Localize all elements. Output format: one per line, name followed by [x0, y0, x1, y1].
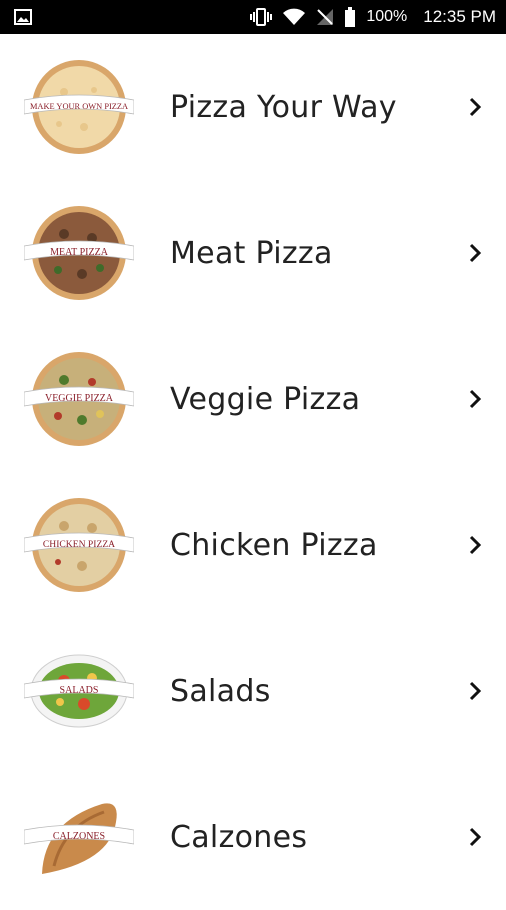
wifi-icon: [283, 8, 306, 25]
menu-item-label: Pizza Your Way: [170, 89, 397, 125]
chevron-right-icon: [469, 389, 482, 409]
menu-item-chicken-pizza[interactable]: CHICKEN PIZZA Chicken Pizza: [0, 472, 506, 618]
menu-item-label: Veggie Pizza: [170, 381, 361, 417]
image-notification-icon: [14, 9, 32, 25]
salads-image: SALADS: [24, 654, 134, 728]
menu-item-pizza-your-way[interactable]: MAKE YOUR OWN PIZZA Pizza Your Way: [0, 34, 506, 180]
chevron-right-icon: [469, 681, 482, 701]
status-bar: 100% 12:35 PM: [0, 0, 506, 34]
menu-item-label: Meat Pizza: [170, 235, 333, 271]
meat-pizza-image: MEAT PIZZA: [24, 206, 134, 300]
banner-text: MAKE YOUR OWN PIZZA: [30, 102, 128, 111]
menu-item-calzones[interactable]: CALZONES Calzones: [0, 764, 506, 910]
menu-item-label: Calzones: [170, 819, 308, 855]
banner-text: SALADS: [60, 685, 99, 696]
no-signal-icon: [317, 9, 334, 25]
menu-item-meat-pizza[interactable]: MEAT PIZZA Meat Pizza: [0, 180, 506, 326]
banner-text: VEGGIE PIZZA: [45, 393, 114, 404]
menu-item-salads[interactable]: SALADS Salads: [0, 618, 506, 764]
battery-percent: 100%: [366, 8, 408, 25]
banner-text: CALZONES: [53, 831, 105, 842]
vibrate-icon: [250, 8, 273, 26]
clock: 12:35 PM: [423, 7, 496, 26]
banner-text: CHICKEN PIZZA: [43, 539, 115, 550]
menu-item-label: Chicken Pizza: [170, 527, 378, 563]
calzones-image: CALZONES: [24, 803, 134, 874]
menu-list: MAKE YOUR OWN PIZZA Pizza Your Way MEAT …: [0, 34, 506, 910]
chevron-right-icon: [469, 535, 482, 555]
veggie-pizza-image: VEGGIE PIZZA: [24, 352, 134, 446]
chevron-right-icon: [469, 97, 482, 117]
menu-item-veggie-pizza[interactable]: VEGGIE PIZZA Veggie Pizza: [0, 326, 506, 472]
chevron-right-icon: [469, 827, 482, 847]
menu-item-label: Salads: [170, 673, 271, 709]
pizza-your-way-image: MAKE YOUR OWN PIZZA: [24, 60, 134, 154]
chicken-pizza-image: CHICKEN PIZZA: [24, 498, 134, 592]
battery-icon: [345, 7, 356, 27]
banner-text: MEAT PIZZA: [50, 247, 109, 258]
chevron-right-icon: [469, 243, 482, 263]
